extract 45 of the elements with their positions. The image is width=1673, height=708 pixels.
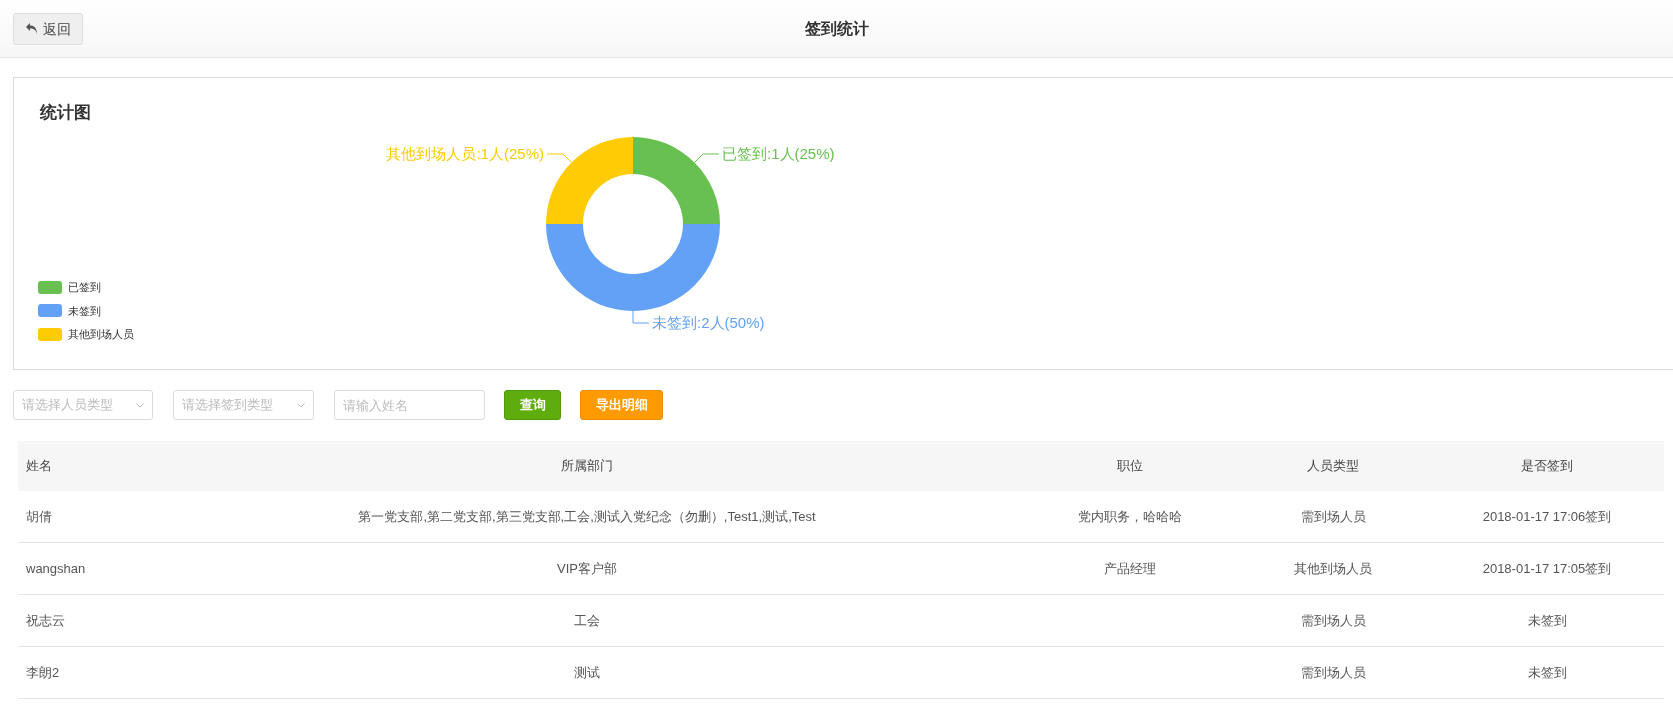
table-cell: 需到场人员	[1300, 612, 1366, 628]
table-cell: wangshan	[26, 560, 86, 576]
table-cell: 其他到场人员	[1294, 560, 1372, 576]
name-input-field[interactable]: 请输入姓名	[334, 390, 485, 420]
query-button[interactable]: 查询	[504, 390, 561, 420]
data-label: 已签到:1人(25%)	[722, 145, 835, 162]
table-cell: 2018-01-17 17:05签到	[1482, 560, 1612, 576]
column-header: 职位	[1117, 458, 1143, 474]
table-cell: 产品经理	[1104, 560, 1156, 576]
table-cell: 需到场人员	[1300, 508, 1366, 524]
column-header: 姓名	[26, 458, 52, 474]
select-placeholder: 请选择签到类型	[182, 396, 273, 415]
back-arrow-icon	[25, 22, 39, 36]
back-button[interactable]: 返回	[13, 13, 83, 45]
table-cell: 李朗2	[26, 664, 60, 680]
table-cell: 祝志云	[26, 612, 65, 628]
table-cell: 未签到	[1527, 612, 1567, 628]
table-cell: 胡倩	[26, 508, 52, 524]
chart-title: 统计图	[40, 102, 91, 124]
sign-type-select[interactable]: 请选择签到类型	[173, 390, 314, 420]
leader-line	[632, 310, 650, 324]
table-cell: 未签到	[1527, 664, 1567, 680]
column-header: 是否签到	[1521, 458, 1573, 474]
table-cell: 需到场人员	[1300, 664, 1366, 680]
table-cell: 第一党支部,第二党支部,第三党支部,工会,测试入党纪念（勿删）,Test1,测试,Test	[358, 508, 816, 524]
table-cell: 工会	[574, 612, 600, 628]
chevron-down-icon	[136, 402, 144, 408]
legend-label: 未签到	[68, 303, 101, 319]
leader-line	[546, 153, 572, 163]
chevron-down-icon	[297, 402, 305, 408]
export-button[interactable]: 导出明细	[580, 390, 663, 420]
table-cell: 党内职务，哈哈哈	[1078, 508, 1182, 524]
legend-label: 已签到	[68, 280, 101, 295]
table-cell: 2018-01-17 17:06签到	[1482, 508, 1612, 524]
legend-label: 其他到场人员	[68, 327, 134, 342]
select-placeholder: 请选择人员类型	[22, 396, 113, 415]
column-header: 所属部门	[561, 458, 613, 474]
table-cell: VIP客户部	[557, 560, 617, 576]
column-header: 人员类型	[1307, 458, 1359, 474]
leader-line	[694, 153, 720, 163]
data-label: 其他到场人员:1人(25%)	[386, 145, 544, 162]
person-type-select[interactable]: 请选择人员类型	[13, 390, 153, 420]
table-cell: 测试	[574, 664, 600, 680]
data-label: 未签到:2人(50%)	[652, 314, 765, 331]
page-title: 签到统计	[804, 18, 869, 39]
